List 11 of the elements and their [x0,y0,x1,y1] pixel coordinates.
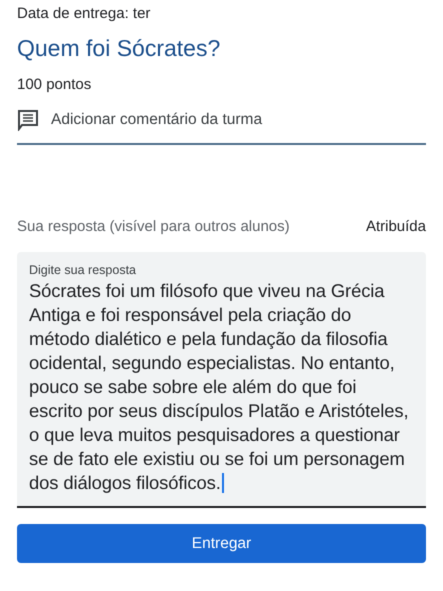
submit-button[interactable]: Entregar [17,524,426,563]
answer-text: Sócrates foi um filósofo que viveu na Grécia Antiga e foi responsável pela criação do método dialético e pela fundação da filosofia ocidental, segundo especialistas. No entanto, pouco se sabe sobre ele além do que foi escrito por seus discípulos Platão e Aristóteles, o que leva muitos pesquisadores a questionar se de fato ele existiu ou se foi um personagem dos diálogos filosóficos. [29,279,410,495]
points: 100 pontos [17,75,92,95]
comment-icon [17,109,39,131]
answer-field[interactable] [17,252,426,508]
field-label: Digite sua resposta [29,262,138,278]
status-label: Atribuída [366,218,426,235]
answer-heading: Sua resposta (visível para outros alunos) [17,218,290,235]
due-date: Data de entrega: ter [17,4,152,24]
assignment-title: Quem foi Sócrates? [17,34,222,62]
class-comment-link[interactable]: Adicionar comentário da turma [51,110,262,130]
